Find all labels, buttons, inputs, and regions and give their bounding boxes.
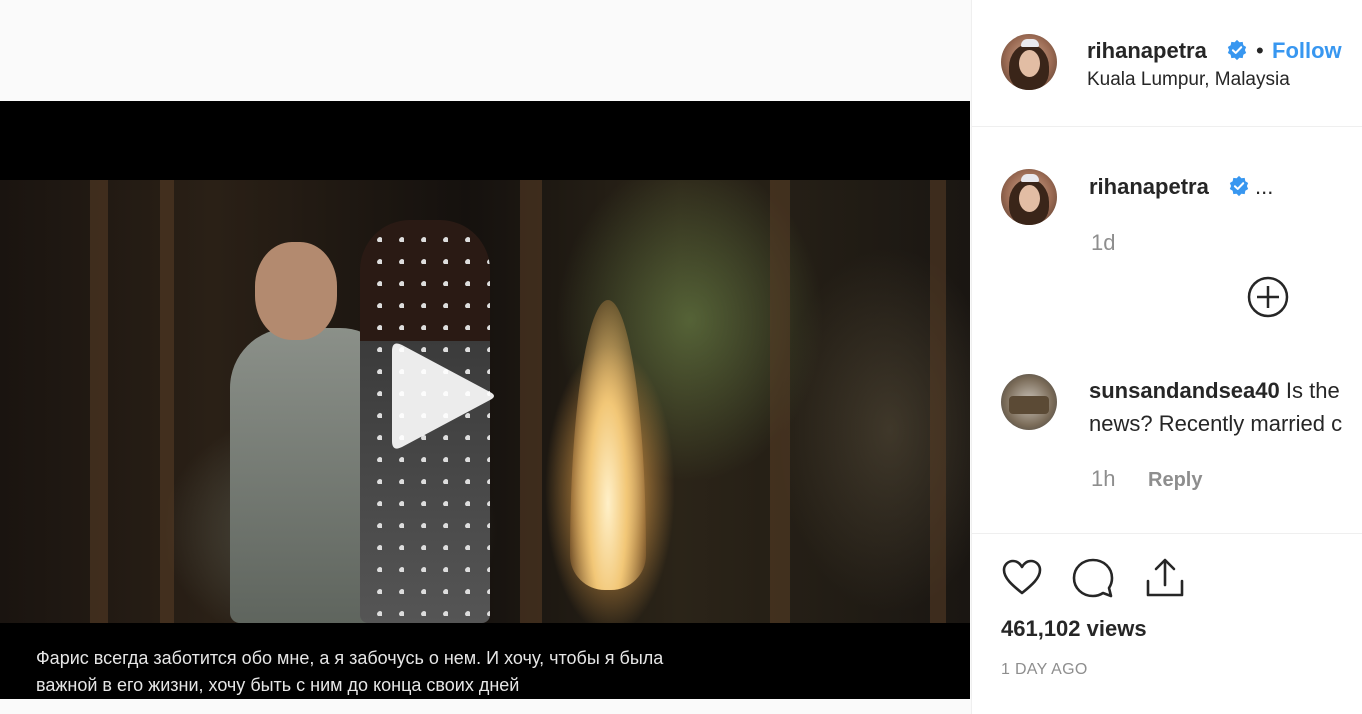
lamp [570,300,646,590]
verified-badge-icon [1227,39,1247,61]
comment-timestamp[interactable]: 1h [1091,466,1115,492]
window-frame [90,180,108,623]
person-man-head [255,242,337,340]
comment-body: sunsandandsea40 Is the news? Recently ma… [1089,374,1362,440]
comment-bubble-icon[interactable] [1070,555,1116,601]
play-icon[interactable] [388,337,500,455]
view-count[interactable]: 461,102 views [1001,616,1147,642]
load-more-plus-icon[interactable] [1247,276,1289,318]
follow-button[interactable]: Follow [1272,38,1342,64]
author-username[interactable]: rihanapetra [1087,38,1207,64]
window-frame [160,180,174,623]
heart-icon[interactable] [999,555,1045,601]
post-header: rihanapetra • Follow Kuala Lumpur, Malay… [972,0,1362,127]
post-side-panel: rihanapetra • Follow Kuala Lumpur, Malay… [971,0,1362,714]
caption-author-avatar[interactable] [1001,169,1057,225]
follow-separator: • [1256,38,1264,63]
avatar-face [1019,185,1040,212]
post-date[interactable]: 1 DAY AGO [1001,661,1088,679]
post-location[interactable]: Kuala Lumpur, Malaysia [1087,69,1290,91]
comment-reply-button[interactable]: Reply [1148,469,1202,492]
avatar-crown [1021,39,1039,47]
author-avatar[interactable] [1001,34,1057,90]
caption-username[interactable]: rihanapetra [1089,174,1209,200]
comment-text-line1: Is the [1285,378,1340,403]
window-frame [930,180,946,623]
comment-text-line2: news? Recently married c [1089,411,1343,436]
caption-timestamp[interactable]: 1d [1091,230,1115,256]
divider [972,533,1362,534]
avatar-image [1009,396,1049,414]
window-frame [520,180,542,623]
caption-truncated-text: ... [1255,174,1274,199]
video-player[interactable]: Фарис всегда заботится обо мне, а я забо… [0,101,970,699]
avatar-crown [1021,174,1039,182]
avatar-face [1019,50,1040,77]
commenter-avatar[interactable] [1001,374,1057,430]
verified-badge-icon [1229,175,1249,197]
share-upload-icon[interactable] [1142,555,1188,601]
media-column: Фарис всегда заботится обо мне, а я забо… [0,0,970,714]
comment-username[interactable]: sunsandandsea40 [1089,378,1280,403]
video-subtitle: Фарис всегда заботится обо мне, а я забо… [36,648,664,695]
window-frame [770,180,790,623]
